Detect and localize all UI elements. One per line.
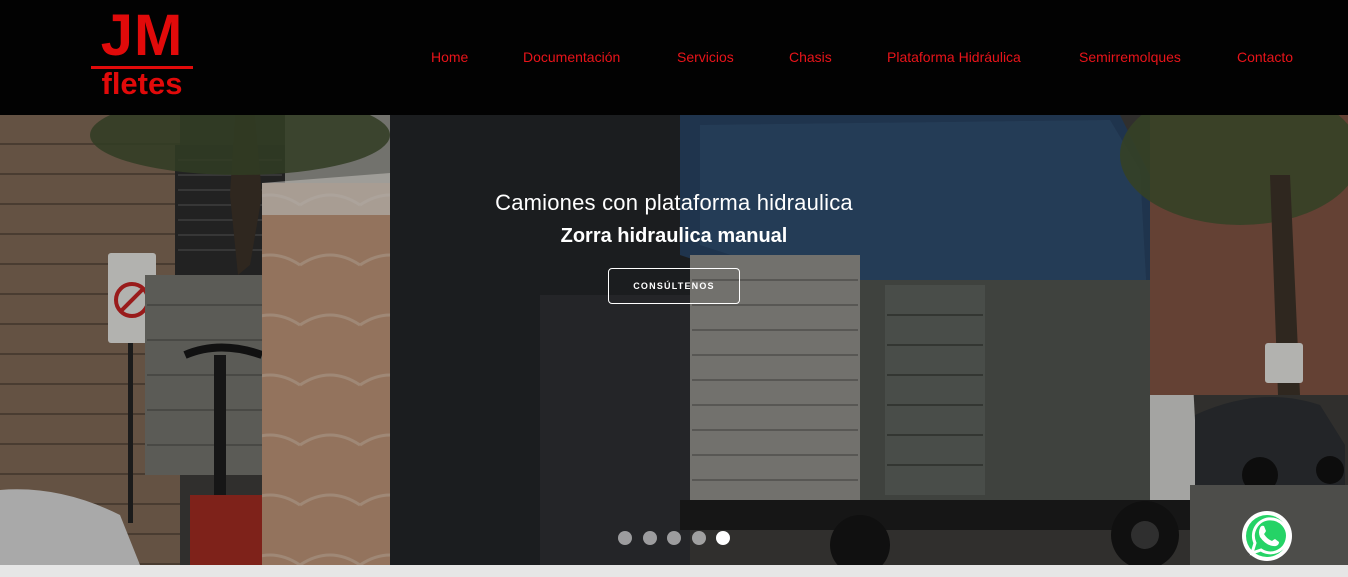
- slider-dot-3[interactable]: [667, 531, 681, 545]
- whatsapp-button[interactable]: [1240, 509, 1294, 563]
- page-bottom-strip: [0, 565, 1348, 577]
- hero-subtitle: Zorra hidraulica manual: [560, 225, 788, 247]
- whatsapp-icon: [1242, 511, 1292, 561]
- consultenos-button[interactable]: CONSÚLTENOS: [608, 268, 740, 304]
- logo-fletes-text: fletes: [101, 66, 183, 101]
- brand-logo[interactable]: JM fletes: [89, 6, 195, 104]
- hero-dark-overlay: [0, 115, 1348, 565]
- hero-title: Camiones con plataforma hidraulica: [495, 190, 853, 215]
- logo-jm-text: JM: [100, 3, 184, 68]
- slider-dot-1[interactable]: [618, 531, 632, 545]
- slider-dot-4[interactable]: [692, 531, 706, 545]
- nav-item-contacto[interactable]: Contacto: [1237, 49, 1293, 65]
- hero-slider: Camiones con plataforma hidraulica Zorra…: [0, 115, 1348, 565]
- nav-item-plataforma-hidraulica[interactable]: Plataforma Hidráulica: [887, 49, 1021, 65]
- nav-item-documentacion[interactable]: Documentación: [523, 49, 620, 65]
- site-header: JM fletes Home Documentación Servicios C…: [0, 0, 1348, 115]
- nav-item-chasis[interactable]: Chasis: [789, 49, 832, 65]
- slider-dot-2[interactable]: [643, 531, 657, 545]
- nav-item-servicios[interactable]: Servicios: [677, 49, 734, 65]
- nav-item-semirremolques[interactable]: Semirremolques: [1079, 49, 1181, 65]
- slider-dot-5[interactable]: [716, 531, 730, 545]
- nav-item-home[interactable]: Home: [431, 49, 468, 65]
